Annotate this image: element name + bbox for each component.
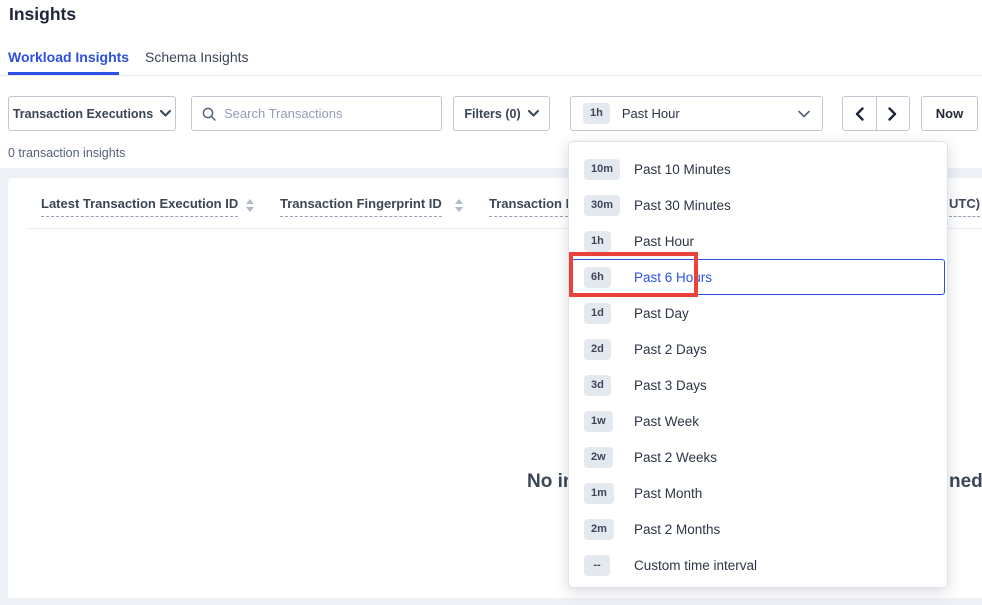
tabs-divider xyxy=(0,75,982,76)
dropdown-item-past-3-days[interactable]: 3d Past 3 Days xyxy=(571,367,945,403)
insights-page: Insights Workload Insights Schema Insigh… xyxy=(0,0,982,605)
empty-state-text-right: ned. xyxy=(949,471,982,493)
chevron-down-icon xyxy=(528,110,539,117)
chevron-right-icon xyxy=(888,107,897,121)
interval-badge: 6h xyxy=(584,267,611,288)
dropdown-item-past-week[interactable]: 1w Past Week xyxy=(571,403,945,439)
dropdown-item-past-day[interactable]: 1d Past Day xyxy=(571,295,945,331)
interval-label: Past 2 Weeks xyxy=(634,450,717,465)
interval-badge: 1m xyxy=(584,483,614,504)
interval-label: Past 2 Months xyxy=(634,522,720,537)
search-box[interactable] xyxy=(191,96,442,131)
filters-button-label: Filters (0) xyxy=(464,107,520,121)
interval-badge: 2d xyxy=(584,339,611,360)
dropdown-item-custom-time-interval[interactable]: -- Custom time interval xyxy=(571,547,945,583)
interval-label: Past Hour xyxy=(634,234,694,249)
column-header-start-time-utc[interactable]: UTC) xyxy=(949,196,980,217)
interval-label: Past 10 Minutes xyxy=(634,162,731,177)
interval-badge: 10m xyxy=(584,159,620,180)
sort-icon[interactable] xyxy=(455,199,463,212)
interval-label: Past 2 Days xyxy=(634,342,707,357)
insight-type-select-label: Transaction Executions xyxy=(13,107,153,121)
interval-label: Past Week xyxy=(634,414,699,429)
interval-badge: 1w xyxy=(584,411,613,432)
chevron-left-icon xyxy=(855,107,864,121)
filters-button[interactable]: Filters (0) xyxy=(453,96,550,131)
previous-interval-button[interactable] xyxy=(843,97,877,130)
now-button[interactable]: Now xyxy=(921,96,978,131)
dropdown-item-past-10-minutes[interactable]: 10m Past 10 Minutes xyxy=(571,151,945,187)
dropdown-item-past-30-minutes[interactable]: 30m Past 30 Minutes xyxy=(571,187,945,223)
tab-workload-insights[interactable]: Workload Insights xyxy=(8,49,129,65)
dropdown-item-past-2-days[interactable]: 2d Past 2 Days xyxy=(571,331,945,367)
insight-type-select[interactable]: Transaction Executions xyxy=(8,96,176,131)
sort-icon[interactable] xyxy=(246,199,254,212)
now-button-label: Now xyxy=(936,106,963,121)
search-input[interactable] xyxy=(224,106,431,121)
interval-label: Past 6 Hours xyxy=(634,270,712,285)
time-nav-group xyxy=(842,96,910,131)
tab-schema-insights[interactable]: Schema Insights xyxy=(145,49,249,65)
time-interval-dropdown: 10m Past 10 Minutes 30m Past 30 Minutes … xyxy=(568,141,948,588)
chevron-down-icon xyxy=(798,110,810,118)
results-count: 0 transaction insights xyxy=(8,146,125,160)
interval-badge: 30m xyxy=(584,195,620,216)
interval-badge: 3d xyxy=(584,375,611,396)
interval-label: Past 3 Days xyxy=(634,378,707,393)
interval-badge: 1h xyxy=(584,231,611,252)
next-interval-button[interactable] xyxy=(877,97,910,130)
time-interval-select[interactable]: 1h Past Hour xyxy=(570,96,823,131)
interval-badge: 2m xyxy=(584,519,614,540)
interval-label: Past Day xyxy=(634,306,689,321)
time-interval-label: Past Hour xyxy=(622,106,680,121)
interval-badge: 2w xyxy=(584,447,613,468)
search-icon xyxy=(202,107,216,121)
dropdown-item-past-6-hours[interactable]: 6h Past 6 Hours xyxy=(571,259,945,295)
dropdown-item-past-month[interactable]: 1m Past Month xyxy=(571,475,945,511)
interval-label: Past Month xyxy=(634,486,702,501)
time-interval-badge: 1h xyxy=(583,103,610,124)
chevron-down-icon xyxy=(160,110,171,117)
page-title: Insights xyxy=(9,4,76,25)
interval-label: Custom time interval xyxy=(634,558,757,573)
interval-badge: 1d xyxy=(584,303,611,324)
interval-label: Past 30 Minutes xyxy=(634,198,731,213)
dropdown-item-past-2-weeks[interactable]: 2w Past 2 Weeks xyxy=(571,439,945,475)
dropdown-item-past-2-months[interactable]: 2m Past 2 Months xyxy=(571,511,945,547)
column-header-latest-transaction-execution-id[interactable]: Latest Transaction Execution ID xyxy=(41,196,238,217)
column-header-transaction-fingerprint-id[interactable]: Transaction Fingerprint ID xyxy=(280,196,442,217)
interval-badge: -- xyxy=(584,555,610,576)
column-header-transaction-execution[interactable]: Transaction Ex xyxy=(489,196,568,217)
dropdown-item-past-hour[interactable]: 1h Past Hour xyxy=(571,223,945,259)
